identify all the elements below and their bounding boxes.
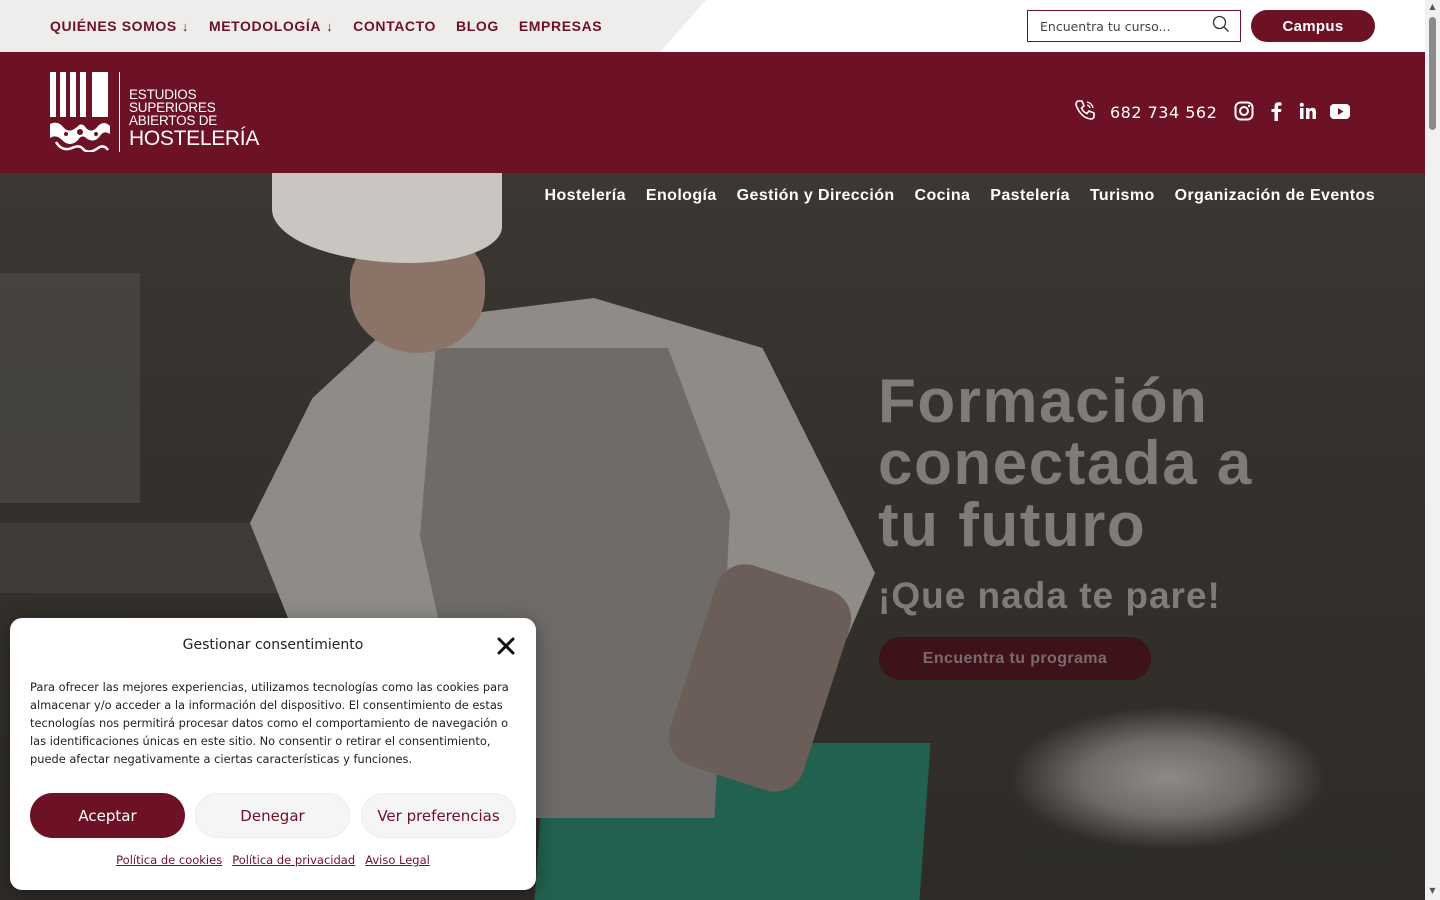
phone-icon (1073, 98, 1097, 126)
topnav-label: QUIÉNES SOMOS (50, 18, 177, 34)
logo-emblem-icon (50, 72, 110, 153)
category-gestion-direccion[interactable]: Gestión y Dirección (737, 187, 895, 205)
topnav-item-metodologia[interactable]: METODOLOGÍA ↓ (209, 18, 333, 34)
legal-notice-link[interactable]: Aviso Legal (365, 853, 430, 867)
topnav-label: CONTACTO (353, 18, 437, 34)
hero-title-line: conectada a (878, 429, 1253, 498)
topnav-item-empresas[interactable]: EMPRESAS (519, 18, 602, 34)
facebook-icon[interactable] (1266, 100, 1286, 122)
privacy-policy-link[interactable]: Política de privacidad (232, 853, 355, 867)
topnav-item-blog[interactable]: BLOG (456, 18, 499, 34)
preferences-button[interactable]: Ver preferencias (361, 793, 516, 838)
cookie-consent-dialog: Gestionar consentimiento Para ofrecer la… (10, 618, 536, 890)
arrow-down-icon: ↓ (326, 18, 334, 34)
logo-line: ABIERTOS DE (129, 113, 218, 128)
cookie-links: Política de cookies Política de privacid… (10, 853, 536, 867)
topnav-item-contacto[interactable]: CONTACTO (353, 18, 436, 34)
category-enologia[interactable]: Enología (646, 187, 717, 205)
youtube-icon[interactable] (1330, 100, 1350, 122)
topnav-label: EMPRESAS (518, 18, 603, 34)
search-icon[interactable] (1212, 15, 1230, 37)
phone-link[interactable]: 682 734 562 (1073, 98, 1217, 126)
site-header: ESTUDIOS SUPERIORES ABIERTOS DE HOSTELER… (0, 52, 1425, 173)
accept-button[interactable]: Aceptar (30, 793, 185, 838)
search-input[interactable] (1040, 18, 1212, 34)
find-program-button[interactable]: Encuentra tu programa (879, 637, 1151, 680)
hero-background-detail (0, 273, 140, 503)
search-box (1027, 10, 1241, 42)
cookie-policy-link[interactable]: Política de cookies (116, 853, 222, 867)
linkedin-icon[interactable] (1298, 100, 1318, 122)
category-pasteleria[interactable]: Pastelería (990, 187, 1070, 205)
scrollbar-thumb[interactable] (1429, 17, 1436, 130)
cookie-description: Para ofrecer las mejores experiencias, u… (30, 680, 509, 766)
logo-wordmark: ESTUDIOS SUPERIORES ABIERTOS DE HOSTELER… (129, 72, 259, 149)
hero-chef-hat (272, 173, 502, 263)
top-nav: QUIÉNES SOMOS ↓ METODOLOGÍA ↓ CONTACTO B… (50, 0, 602, 52)
category-turismo[interactable]: Turismo (1090, 187, 1155, 205)
close-icon[interactable] (494, 634, 518, 658)
top-bar: QUIÉNES SOMOS ↓ METODOLOGÍA ↓ CONTACTO B… (0, 0, 1425, 52)
instagram-icon[interactable] (1234, 100, 1254, 122)
phone-number: 682 734 562 (1110, 102, 1218, 122)
cookie-dialog-title: Gestionar consentimiento (182, 637, 364, 653)
hero-title-line: Formación (878, 367, 1209, 436)
category-cocina[interactable]: Cocina (915, 187, 971, 205)
hero-subtitle: ¡Que nada te pare! (878, 575, 1221, 616)
scroll-up-icon[interactable]: ▲ (1428, 2, 1437, 11)
hero-title-line: tu futuro (878, 491, 1147, 560)
campus-button[interactable]: Campus (1251, 10, 1375, 42)
category-nav: Hostelería Enología Gestión y Dirección … (545, 187, 1375, 205)
category-hosteleria[interactable]: Hostelería (545, 187, 626, 205)
category-organizacion-eventos[interactable]: Organización de Eventos (1175, 187, 1375, 205)
social-links (1234, 100, 1350, 122)
arrow-down-icon: ↓ (181, 18, 189, 34)
deny-button[interactable]: Denegar (195, 793, 350, 838)
scroll-down-icon[interactable]: ▼ (1428, 886, 1437, 895)
topnav-label: METODOLOGÍA (208, 18, 322, 34)
logo[interactable]: ESTUDIOS SUPERIORES ABIERTOS DE HOSTELER… (50, 72, 259, 153)
topnav-item-quienes-somos[interactable]: QUIÉNES SOMOS ↓ (50, 18, 189, 34)
topnav-label: BLOG (456, 18, 499, 34)
page-scrollbar[interactable]: ▲ ▼ (1425, 0, 1440, 900)
logo-line: HOSTELERÍA (129, 127, 260, 150)
hero-title: Formación conectada a tu futuro (878, 371, 1398, 557)
logo-divider (119, 72, 120, 152)
